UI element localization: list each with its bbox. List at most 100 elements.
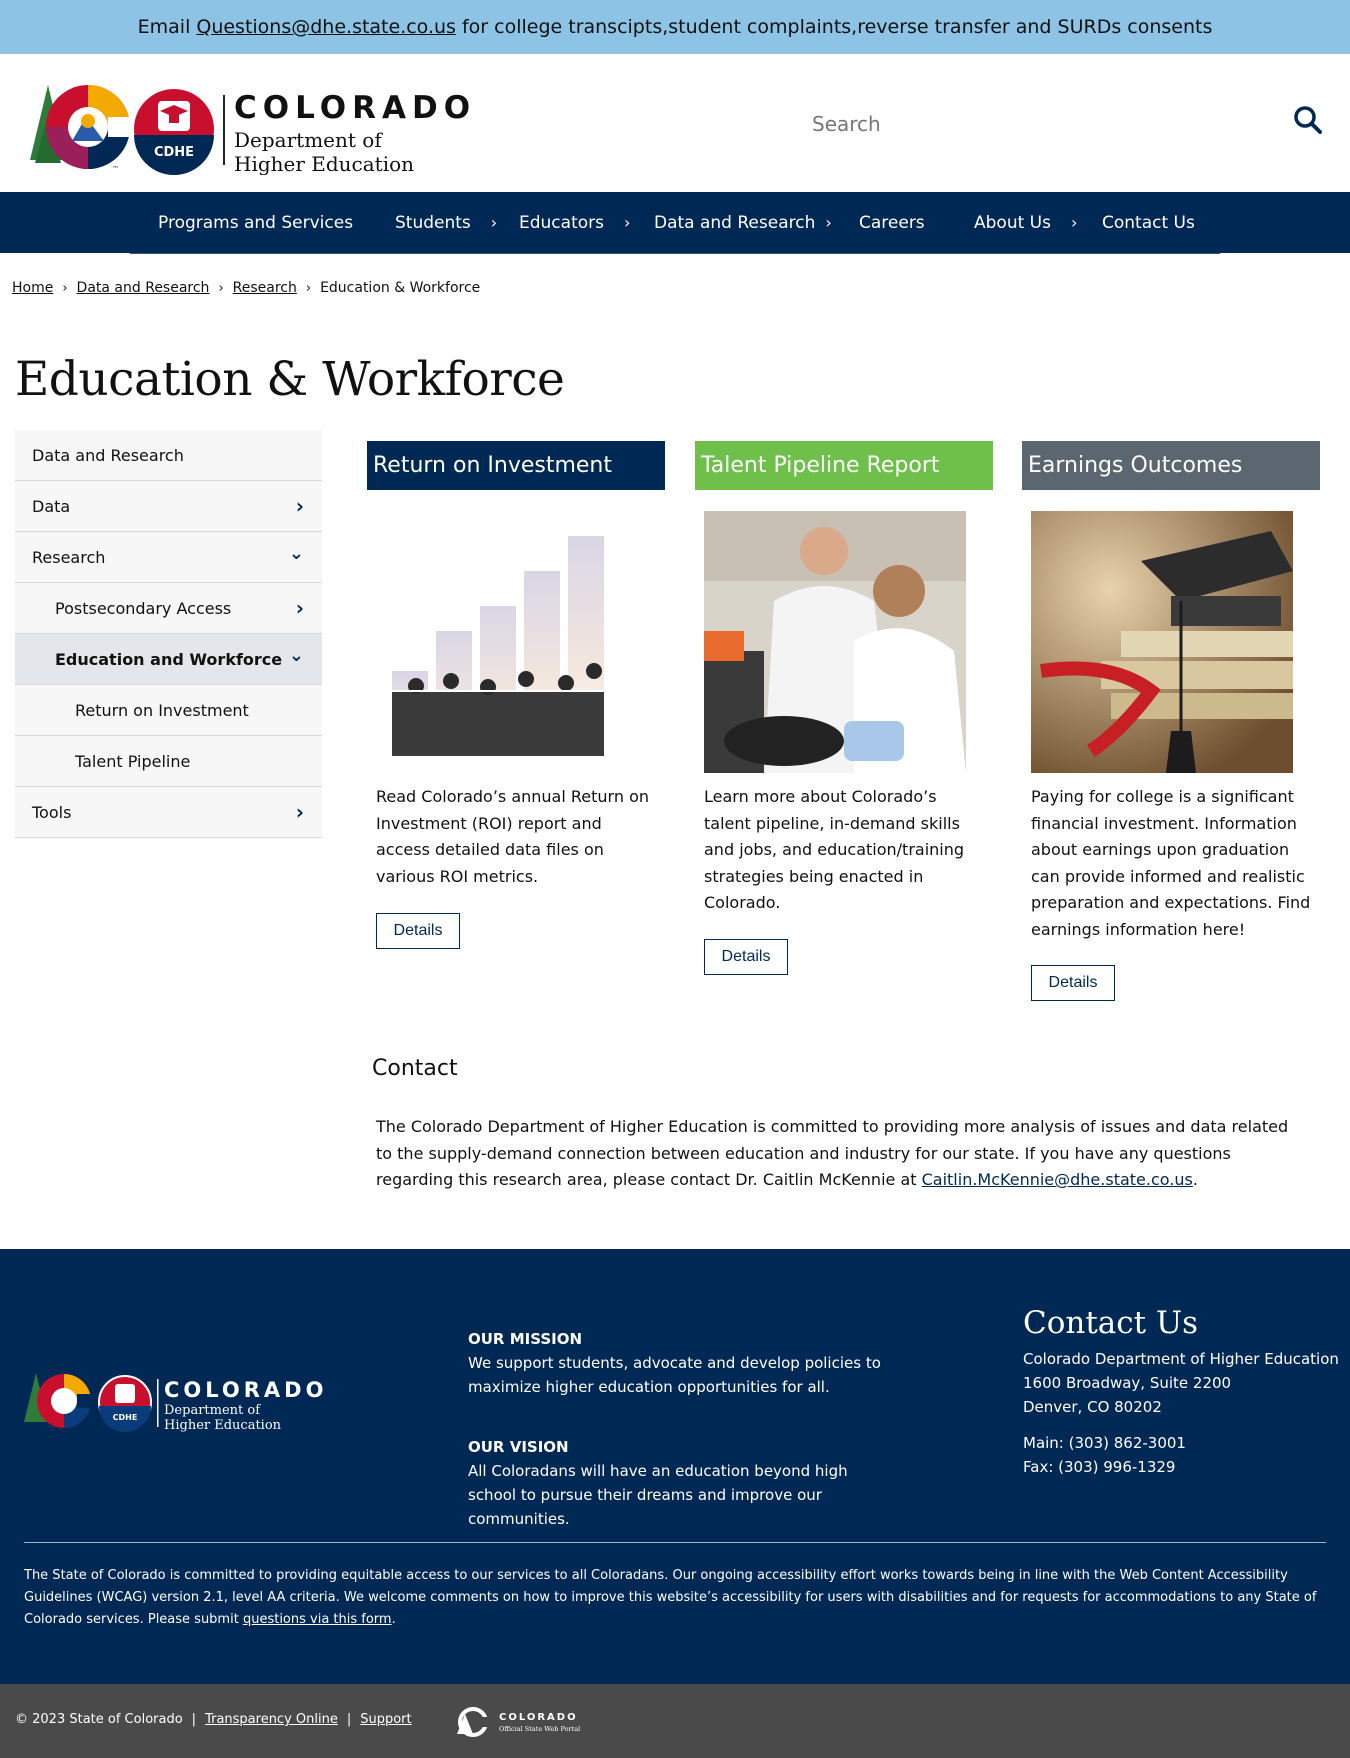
sidebar-item-research[interactable]: Research ⌄ bbox=[15, 532, 322, 583]
banner-suffix: for college transcipts,student complaint… bbox=[461, 16, 1213, 38]
announcement-banner: Email Questions@dhe.state.co.us for coll… bbox=[0, 0, 1350, 54]
footer-address-line1: 1600 Broadway, Suite 2200 bbox=[1023, 1374, 1232, 1392]
sidebar-item-tools[interactable]: Tools › bbox=[15, 787, 322, 838]
footer-cdhe-logo[interactable]: CDHE COLORADO Department of Higher Educa… bbox=[24, 1367, 334, 1437]
svg-text:COLORADO: COLORADO bbox=[234, 90, 476, 126]
chevron-right-icon[interactable]: › bbox=[825, 213, 831, 232]
nav-programs-and-services[interactable]: Programs and Services bbox=[158, 192, 353, 253]
card-title: Earnings Outcomes bbox=[1028, 453, 1243, 478]
sidebar-item-education-and-workforce[interactable]: Education and Workforce ⌄ bbox=[15, 634, 322, 685]
svg-text:COLORADO: COLORADO bbox=[499, 1712, 578, 1723]
card-talent-header[interactable]: Talent Pipeline Report bbox=[695, 441, 993, 490]
footer-org: Colorado Department of Higher Education bbox=[1023, 1350, 1339, 1368]
breadcrumb-data-and-research[interactable]: Data and Research bbox=[77, 280, 210, 296]
nav-label: About Us bbox=[974, 212, 1051, 233]
nav-about-us[interactable]: About Us › bbox=[974, 192, 1077, 253]
svg-text:COLORADO: COLORADO bbox=[164, 1378, 327, 1402]
card-roi-header[interactable]: Return on Investment bbox=[367, 441, 665, 490]
contact-heading: Contact bbox=[372, 1056, 458, 1081]
card-talent-image bbox=[704, 511, 966, 773]
nav-educators[interactable]: Educators › bbox=[519, 192, 630, 253]
footer-address-line2: Denver, CO 80202 bbox=[1023, 1398, 1162, 1416]
breadcrumb-research[interactable]: Research bbox=[233, 280, 297, 296]
mission-text: We support students, advocate and develo… bbox=[468, 1354, 881, 1396]
sidebar-item-data-and-research[interactable]: Data and Research bbox=[15, 430, 322, 481]
chevron-down-icon[interactable]: ⌄ bbox=[289, 645, 304, 666]
sidebar-item-label: Postsecondary Access bbox=[55, 598, 232, 618]
main-nav-inner: Programs and Services Students › Educato… bbox=[130, 192, 1220, 254]
svg-text:Department of: Department of bbox=[234, 128, 383, 152]
accessibility-form-link[interactable]: questions via this form bbox=[243, 1612, 392, 1627]
sidebar-item-label: Tools bbox=[32, 802, 72, 822]
copyright-text: © 2023 State of Colorado bbox=[15, 1712, 183, 1727]
support-link[interactable]: Support bbox=[360, 1712, 411, 1727]
chevron-right-icon[interactable]: › bbox=[296, 494, 304, 518]
page-title: Education & Workforce bbox=[15, 352, 565, 407]
roi-details-button[interactable]: Details bbox=[376, 913, 460, 949]
card-title: Return on Investment bbox=[373, 453, 613, 478]
nav-contact-us[interactable]: Contact Us bbox=[1102, 192, 1195, 253]
separator: | bbox=[191, 1712, 197, 1727]
card-earnings-header[interactable]: Earnings Outcomes bbox=[1022, 441, 1320, 490]
nav-label: Programs and Services bbox=[158, 212, 354, 233]
transparency-online-link[interactable]: Transparency Online bbox=[205, 1712, 338, 1727]
lab-researchers-image bbox=[704, 511, 966, 773]
card-talent-description: Learn more about Colorado’s talent pipel… bbox=[704, 787, 965, 912]
talent-details-button[interactable]: Details bbox=[704, 939, 788, 975]
graduates-bar-chart-image bbox=[376, 511, 638, 773]
chevron-right-icon[interactable]: › bbox=[1071, 213, 1077, 232]
nav-data-and-research[interactable]: Data and Research › bbox=[654, 192, 832, 253]
footer-main-phone[interactable]: Main: (303) 862-3001 bbox=[1023, 1431, 1343, 1455]
search-box bbox=[810, 104, 1260, 144]
mission-heading: OUR MISSION bbox=[468, 1330, 583, 1348]
chevron-right-icon[interactable]: › bbox=[296, 596, 304, 620]
svg-text:™: ™ bbox=[112, 165, 119, 173]
colorado-portal-logo[interactable]: COLORADO Official State Web Portal bbox=[455, 1706, 595, 1738]
sidebar-item-label: Talent Pipeline bbox=[75, 751, 191, 771]
nav-label: Contact Us bbox=[1102, 212, 1195, 233]
svg-text:CDHE: CDHE bbox=[154, 145, 194, 160]
sidebar-item-label: Return on Investment bbox=[75, 700, 249, 720]
breadcrumb-separator: › bbox=[305, 280, 312, 296]
nav-label: Careers bbox=[859, 212, 925, 233]
earnings-details-button[interactable]: Details bbox=[1031, 965, 1115, 1001]
sidebar-item-data[interactable]: Data › bbox=[15, 481, 322, 532]
footer-divider bbox=[24, 1542, 1326, 1543]
nav-label: Educators bbox=[519, 212, 604, 233]
contact-email-link[interactable]: Caitlin.McKennie@dhe.state.co.us bbox=[922, 1170, 1193, 1189]
breadcrumb: Home › Data and Research › Research › Ed… bbox=[12, 280, 480, 296]
vision-text: All Coloradans will have an education be… bbox=[468, 1462, 848, 1528]
sidebar-item-return-on-investment[interactable]: Return on Investment bbox=[15, 685, 322, 736]
svg-text:CDHE: CDHE bbox=[113, 1413, 138, 1422]
chevron-down-icon[interactable]: ⌄ bbox=[289, 543, 304, 564]
footer-contact-title: Contact Us bbox=[1023, 1305, 1198, 1341]
nav-students[interactable]: Students › bbox=[395, 192, 497, 253]
copyright-line: © 2023 State of Colorado | Transparency … bbox=[15, 1712, 412, 1727]
sidebar-item-label: Research bbox=[32, 547, 106, 567]
cdhe-logo[interactable]: ™ CDHE COLORADO Department of Higher Edu… bbox=[30, 75, 490, 175]
search-input[interactable] bbox=[810, 111, 1214, 137]
bottom-bar: © 2023 State of Colorado | Transparency … bbox=[0, 1684, 1350, 1758]
breadcrumb-home[interactable]: Home bbox=[12, 280, 53, 296]
card-title: Talent Pipeline Report bbox=[701, 453, 940, 478]
accessibility-text: The State of Colorado is committed to pr… bbox=[24, 1568, 1317, 1627]
accessibility-statement: The State of Colorado is committed to pr… bbox=[24, 1565, 1324, 1631]
breadcrumb-separator: › bbox=[218, 280, 224, 296]
sidebar-item-talent-pipeline[interactable]: Talent Pipeline bbox=[15, 736, 322, 787]
sidebar-nav: Data and Research Data › Research ⌄ Post… bbox=[15, 430, 322, 838]
footer-fax: Fax: (303) 996-1329 bbox=[1023, 1458, 1176, 1476]
chevron-right-icon[interactable]: › bbox=[491, 213, 497, 232]
sidebar-item-label: Education and Workforce bbox=[55, 649, 283, 669]
chevron-right-icon[interactable]: › bbox=[624, 213, 630, 232]
sidebar-item-label: Data and Research bbox=[32, 445, 184, 465]
sidebar-item-postsecondary-access[interactable]: Postsecondary Access › bbox=[15, 583, 322, 634]
accessibility-end: . bbox=[391, 1612, 396, 1627]
banner-prefix: Email bbox=[137, 16, 191, 38]
card-roi-image bbox=[376, 511, 638, 773]
chevron-right-icon[interactable]: › bbox=[296, 800, 304, 824]
card-roi-description: Read Colorado’s annual Return on Investm… bbox=[376, 787, 649, 886]
diploma-cap-image bbox=[1031, 511, 1293, 773]
banner-email-link[interactable]: Questions@dhe.state.co.us bbox=[196, 16, 456, 38]
search-icon[interactable] bbox=[1293, 105, 1323, 135]
nav-careers[interactable]: Careers bbox=[859, 192, 925, 253]
